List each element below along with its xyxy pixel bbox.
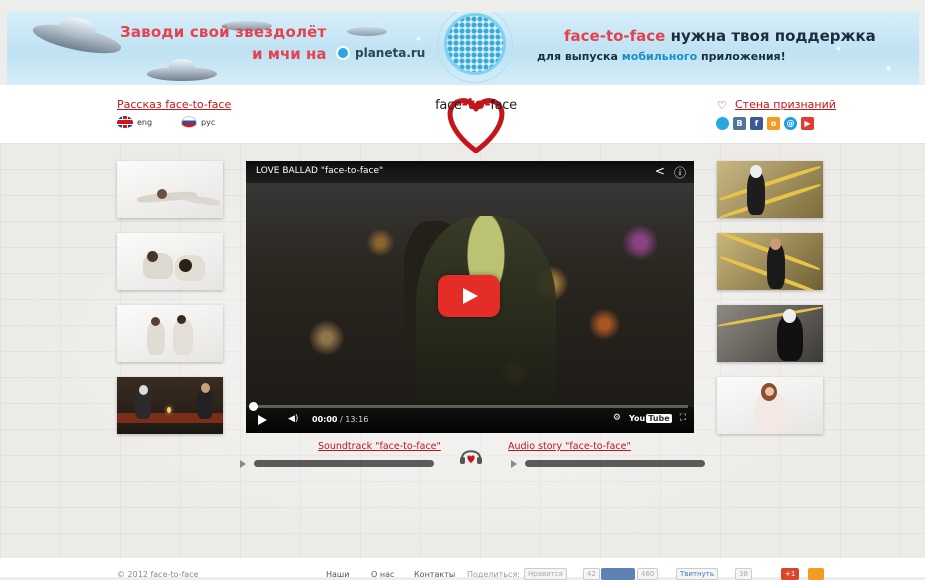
odnoklassniki-share-button[interactable]: [808, 568, 824, 580]
footer-link-about[interactable]: О нас: [371, 570, 394, 579]
soundtrack-link[interactable]: Soundtrack "face-to-face": [318, 441, 441, 452]
share-icon[interactable]: <: [655, 164, 665, 181]
story-link[interactable]: Рассказ face-to-face: [117, 98, 231, 111]
banner-subline-right: для выпуска мобильного приложения!: [537, 50, 786, 63]
info-icon[interactable]: ⓘ: [674, 164, 686, 181]
planeta-label: planeta.ru: [355, 46, 426, 60]
audio-story-link[interactable]: Audio story "face-to-face": [508, 441, 631, 452]
soundtrack-play-icon[interactable]: [240, 460, 246, 468]
thumbnail-right-4[interactable]: [717, 377, 823, 434]
footer-link-ours[interactable]: Наши: [326, 570, 349, 579]
uk-flag-icon: [117, 116, 133, 128]
settings-icon[interactable]: ⚙: [613, 413, 621, 423]
vk-icon[interactable]: В: [733, 117, 746, 130]
ufo-icon: [30, 14, 124, 60]
fullscreen-icon[interactable]: ⛶: [680, 413, 686, 423]
lang-rus-label: рус: [201, 117, 216, 127]
lang-rus[interactable]: рус: [181, 116, 215, 128]
thumbnail-left-4[interactable]: [117, 377, 223, 434]
promo-banner[interactable]: Заводи свой звездолёт и мчи на planeta.r…: [7, 12, 919, 85]
video-player[interactable]: LOVE BALLAD "face-to-face" < ⓘ ◀) 00:00 …: [246, 161, 694, 433]
lang-eng-label: eng: [137, 117, 153, 127]
audio-story-progress-bar[interactable]: [525, 460, 705, 467]
play-button[interactable]: [438, 275, 500, 317]
heart-icon: ♡: [717, 99, 727, 112]
logo-face-right: face: [490, 98, 517, 113]
facebook-icon[interactable]: f: [750, 117, 763, 130]
like-count: 42: [583, 568, 600, 580]
logo-face-left: face: [435, 98, 462, 113]
video-progress-bar[interactable]: [249, 402, 688, 411]
social-links: В f о @ ▶: [716, 117, 814, 130]
thumbnail-left-1[interactable]: [117, 161, 223, 218]
banner-headline-left: Заводи свой звездолёт: [120, 23, 327, 41]
footer-link-contacts[interactable]: Контакты: [414, 570, 455, 579]
youtube-icon[interactable]: ▶: [801, 117, 814, 130]
thumbnail-right-2[interactable]: [717, 233, 823, 290]
tweet-count: 38: [735, 568, 752, 580]
video-title-bar: LOVE BALLAD "face-to-face" < ⓘ: [246, 161, 694, 183]
video-time: 00:00 / 13:16: [312, 415, 369, 424]
like-button[interactable]: Нравится: [524, 568, 567, 580]
ufo-icon: [147, 57, 217, 83]
volume-icon[interactable]: ◀): [288, 414, 298, 424]
ufo-icon: [347, 22, 387, 38]
vk-share-button[interactable]: [601, 568, 635, 580]
wall-of-confessions-link[interactable]: Стена признаний: [735, 98, 836, 111]
video-progress-knob[interactable]: [249, 402, 258, 411]
logo-to: -to-: [461, 95, 491, 113]
copyright: © 2012 face-to-face: [117, 570, 199, 579]
thumbnail-left-3[interactable]: [117, 305, 223, 362]
video-title[interactable]: LOVE BALLAD "face-to-face": [256, 166, 383, 176]
share-label: Поделиться:: [467, 570, 520, 579]
site-logo[interactable]: face-to-face: [426, 93, 526, 153]
control-play-icon[interactable]: [258, 415, 267, 425]
share-count: 460: [637, 568, 659, 580]
planeta-social-icon[interactable]: [716, 117, 729, 130]
tweet-button[interactable]: Твитнуть: [676, 568, 718, 580]
soundtrack-progress-bar[interactable]: [254, 460, 434, 467]
mail-icon[interactable]: @: [784, 117, 797, 130]
lang-eng[interactable]: eng: [117, 116, 152, 128]
thumbnail-right-3[interactable]: [717, 305, 823, 362]
ru-flag-icon: [181, 116, 197, 128]
youtube-logo[interactable]: You Tube: [629, 413, 672, 423]
thumbnail-right-1[interactable]: [717, 161, 823, 218]
planeta-icon: [336, 46, 350, 60]
banner-subline-left: и мчи на: [252, 45, 327, 63]
audio-story-play-icon[interactable]: [511, 460, 517, 468]
banner-headline-right: face-to-face нужна твоя поддержка: [564, 27, 876, 45]
thumbnail-left-2[interactable]: [117, 233, 223, 290]
headphones-icon: [460, 450, 482, 464]
gplus-button[interactable]: +1: [781, 568, 800, 580]
planeta-logo[interactable]: planeta.ru: [336, 46, 425, 60]
video-controls: ◀) 00:00 / 13:16 ⚙ You Tube ⛶: [246, 402, 694, 433]
odnoklassniki-icon[interactable]: о: [767, 117, 780, 130]
qr-code-icon: [444, 13, 506, 75]
